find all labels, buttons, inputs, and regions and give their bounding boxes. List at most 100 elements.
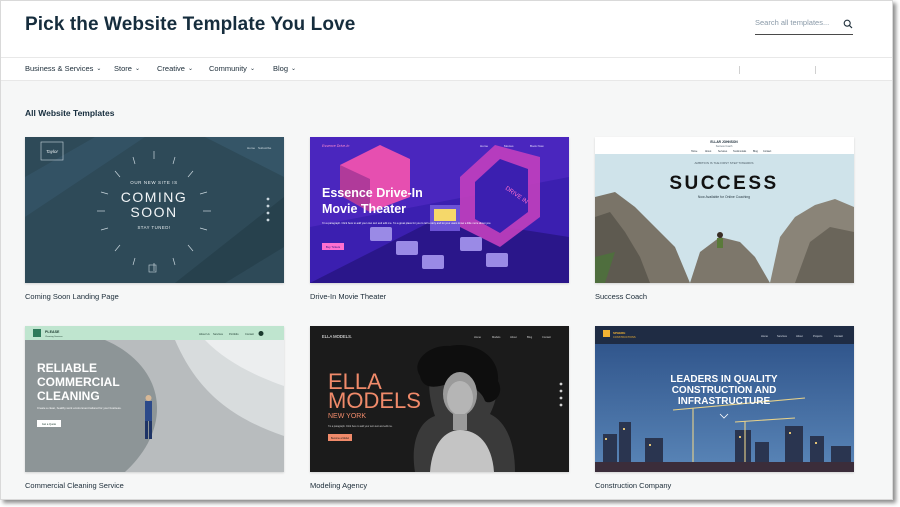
nav-item-label: Creative xyxy=(157,64,185,73)
preview-headline: CONSTRUCTION AND xyxy=(672,385,777,396)
modeling-agency-preview: ELLA MODELS. Home Models About Blog Cont… xyxy=(310,326,569,472)
preview-nav: About xyxy=(796,334,803,338)
preview-logo-sub: CONSTRUCTIONS xyxy=(613,335,636,339)
nav-item-community[interactable]: Community ⌄ xyxy=(209,64,255,73)
preview-nav: Subscribe xyxy=(258,146,272,150)
preview-sub: Now Available for Online Coaching xyxy=(698,195,750,199)
preview-logo: Essence Drive-In xyxy=(322,144,349,148)
page-header: Pick the Website Template You Love xyxy=(1,1,892,57)
nav-divider xyxy=(739,66,740,74)
coming-soon-preview: Taylor Home Subscribe OUR NEW SITE IS CO… xyxy=(25,137,284,283)
nav-item-blog[interactable]: Blog ⌄ xyxy=(273,64,296,73)
preview-body: I'm a paragraph. Click here to add your … xyxy=(328,425,393,428)
preview-nav: Services xyxy=(213,332,224,336)
template-name[interactable]: Success Coach xyxy=(595,292,647,301)
preview-body: I'm a paragraph. Click here to add your … xyxy=(322,221,491,225)
preview-logo: PLEASE xyxy=(45,330,60,334)
preview-nav: Home xyxy=(247,146,255,150)
preview-logo: SPHERE xyxy=(613,331,625,335)
preview-body: Create a clean, healthy work environment… xyxy=(37,406,122,410)
template-name[interactable]: Drive-In Movie Theater xyxy=(310,292,386,301)
preview-headline: COMMERCIAL xyxy=(37,375,120,389)
preview-headline: NEW YORK xyxy=(328,413,366,420)
preview-tagline: AMBITION IS THE FIRST STEP TOWARDS xyxy=(695,161,754,165)
nav-item-store[interactable]: Store ⌄ xyxy=(114,64,140,73)
category-nav: Business & Services ⌄ Store ⌄ Creative ⌄… xyxy=(1,57,892,81)
template-thumbnail[interactable]: SPHERE CONSTRUCTIONS Home Services About… xyxy=(595,326,854,472)
template-name[interactable]: Construction Company xyxy=(595,481,671,490)
preview-headline: CLEANING xyxy=(37,389,100,403)
preview-nav: Models xyxy=(492,335,501,339)
commercial-cleaning-preview: PLEASE Cleaning Services About Us Servic… xyxy=(25,326,284,472)
chevron-down-icon: ⌄ xyxy=(187,66,193,72)
preview-button: Become a Model xyxy=(331,437,349,440)
preview-nav: Contact xyxy=(834,334,843,338)
template-thumbnail[interactable]: ELLA MODELS. Home Models About Blog Cont… xyxy=(310,326,569,472)
template-thumbnail[interactable]: DRIVE IN Essence Drive-In Home Movies Bo… xyxy=(310,137,569,283)
preview-headline: INFRASTRUCTURE xyxy=(678,396,771,407)
preview-button: Get a Quote xyxy=(42,422,57,426)
preview-nav: Contact xyxy=(542,335,551,339)
preview-headline: RELIABLE xyxy=(37,361,97,375)
preview-nav: Home xyxy=(474,335,481,339)
preview-headline: Movie Theater xyxy=(322,202,406,216)
preview-nav: Services xyxy=(718,150,728,153)
preview-nav: Testimonials xyxy=(733,150,747,153)
drive-in-preview: DRIVE IN Essence Drive-In Home Movies Bo… xyxy=(310,137,569,283)
search-box[interactable] xyxy=(755,15,853,35)
preview-nav: About Us xyxy=(199,332,210,336)
preview-headline: Essence Drive-In xyxy=(322,186,423,200)
preview-line: OUR NEW SITE IS xyxy=(130,180,178,185)
preview-nav: Contact xyxy=(245,332,254,336)
preview-nav: Blog xyxy=(527,335,533,339)
template-name[interactable]: Coming Soon Landing Page xyxy=(25,292,119,301)
nav-item-label: Store xyxy=(114,64,132,73)
nav-item-label: Blog xyxy=(273,64,289,73)
section-title: All Website Templates xyxy=(25,108,115,118)
preview-logo-sub: Success Coach xyxy=(716,145,733,148)
chevron-down-icon: ⌄ xyxy=(96,66,102,72)
preview-nav: Movies xyxy=(504,144,514,148)
nav-divider xyxy=(815,66,816,74)
page-title: Pick the Website Template You Love xyxy=(25,14,356,35)
success-coach-preview: ELLAR JOHNSON Success Coach Home About S… xyxy=(595,137,854,283)
construction-preview: SPHERE CONSTRUCTIONS Home Services About… xyxy=(595,326,854,472)
template-thumbnail[interactable]: PLEASE Cleaning Services About Us Servic… xyxy=(25,326,284,472)
preview-headline: COMING xyxy=(121,189,188,205)
preview-nav: Home xyxy=(480,144,488,148)
preview-logo: ELLAR JOHNSON xyxy=(710,140,738,144)
preview-nav: Contact xyxy=(763,150,772,153)
preview-headline: SUCCESS xyxy=(669,173,778,194)
preview-headline: SOON xyxy=(130,204,177,220)
preview-nav: Book Now xyxy=(530,144,545,148)
preview-nav: About xyxy=(510,335,517,339)
template-thumbnail[interactable]: ELLAR JOHNSON Success Coach Home About S… xyxy=(595,137,854,283)
search-input[interactable] xyxy=(755,18,839,27)
preview-logo-sub: Cleaning Services xyxy=(45,335,64,338)
preview-nav: Projects xyxy=(813,334,823,338)
preview-nav: Home xyxy=(761,334,768,338)
preview-nav: About xyxy=(705,150,712,153)
preview-nav: Services xyxy=(777,334,788,338)
preview-button: Buy Tickets xyxy=(326,245,341,249)
nav-item-business-services[interactable]: Business & Services ⌄ xyxy=(25,64,101,73)
preview-line: STAY TUNED! xyxy=(137,225,170,230)
nav-item-label: Community xyxy=(209,64,247,73)
template-thumbnail[interactable]: Taylor Home Subscribe OUR NEW SITE IS CO… xyxy=(25,137,284,283)
chevron-down-icon: ⌄ xyxy=(249,66,255,72)
template-name[interactable]: Modeling Agency xyxy=(310,481,367,490)
preview-nav: Blog xyxy=(753,150,758,153)
search-icon[interactable] xyxy=(843,19,853,29)
preview-nav: Portfolio xyxy=(229,332,239,336)
preview-headline: MODELS xyxy=(328,388,421,413)
browser-page: Pick the Website Template You Love Busin… xyxy=(0,0,893,500)
template-name[interactable]: Commercial Cleaning Service xyxy=(25,481,124,490)
chevron-down-icon: ⌄ xyxy=(134,66,140,72)
nav-item-creative[interactable]: Creative ⌄ xyxy=(157,64,193,73)
preview-logo: Taylor xyxy=(46,149,59,154)
preview-headline: LEADERS IN QUALITY xyxy=(670,374,778,385)
preview-logo: ELLA MODELS. xyxy=(322,334,352,339)
nav-item-label: Business & Services xyxy=(25,64,94,73)
preview-nav: Home xyxy=(691,150,698,153)
chevron-down-icon: ⌄ xyxy=(291,66,297,72)
